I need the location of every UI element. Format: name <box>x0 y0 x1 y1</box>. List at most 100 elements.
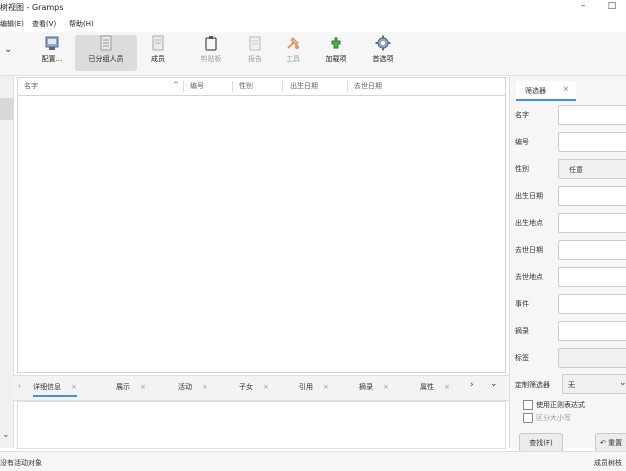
report-label: 报告 <box>248 55 262 63</box>
tab-filter[interactable]: 筛选器 × <box>516 81 576 101</box>
tab-references[interactable]: 引用 × <box>299 382 329 392</box>
tabs-menu-button[interactable]: ⌄ <box>490 379 498 389</box>
toolbar: ⌄ 配置... 已分组人员 成员 剪贴板 报告 工具 加载项 首选项 <box>0 32 626 76</box>
id-input[interactable] <box>558 132 626 152</box>
members-button[interactable]: 成员 <box>144 35 172 71</box>
report-button[interactable]: 报告 <box>242 35 268 71</box>
field-label-tag: 标签 <box>515 354 529 362</box>
tools-label: 工具 <box>286 55 300 63</box>
tab-gallery[interactable]: 展示 × <box>116 382 146 392</box>
column-name[interactable]: 名字 <box>24 81 38 91</box>
clipboard-icon <box>205 36 217 51</box>
grouped-people-icon <box>100 35 112 51</box>
configure-label: 配置... <box>41 55 63 63</box>
chevron-down-icon[interactable]: ⌄ <box>2 430 10 440</box>
close-icon[interactable]: × <box>563 85 569 93</box>
death-date-input[interactable] <box>558 240 626 260</box>
custom-filter-label: 定制筛选器 <box>515 381 550 389</box>
clipboard-label: 剪贴板 <box>200 55 222 63</box>
field-label-id: 编号 <box>515 138 529 146</box>
configure-button[interactable]: 配置... <box>38 35 66 71</box>
tag-select[interactable] <box>558 348 626 368</box>
field-label-birth-place: 出生地点 <box>515 219 543 227</box>
minimize-button[interactable]: – <box>574 1 592 15</box>
note-input[interactable] <box>558 321 626 341</box>
members-icon <box>152 35 164 51</box>
field-label-death-date: 去世日期 <box>515 246 543 254</box>
regex-checkbox-label: 使用正则表达式 <box>536 401 585 409</box>
chevron-down-icon[interactable]: ⌄ <box>4 44 12 55</box>
column-separator <box>232 81 233 92</box>
tab-details[interactable]: 详细信息 × <box>33 382 77 397</box>
clipboard-button[interactable]: 剪贴板 <box>196 35 226 71</box>
tab-attributes[interactable]: 属性 × <box>420 382 450 392</box>
gramplet-content <box>17 401 506 449</box>
case-sensitive-checkbox-label: 区分大小写 <box>536 414 571 422</box>
close-icon[interactable]: × <box>323 383 329 391</box>
custom-filter-value: 无 <box>568 381 575 389</box>
addons-label: 加载项 <box>325 55 347 63</box>
regex-checkbox[interactable] <box>523 400 533 410</box>
bottom-tab-bar: ‹ 详细信息 × 展示 × 活动 × 子女 × 引用 × 摘录 × 属性 × › ⌄ <box>13 375 509 401</box>
close-icon[interactable]: × <box>71 383 77 391</box>
menu-view[interactable]: 查看(V) <box>32 19 56 29</box>
tab-details-label: 详细信息 <box>33 383 61 391</box>
chevron-down-icon: ⌄ <box>619 378 626 388</box>
maximize-button[interactable]: □ <box>603 1 621 15</box>
reset-button[interactable]: ↶ 重置 <box>595 433 626 453</box>
tabs-scroll-right-button[interactable]: › <box>470 380 474 390</box>
grouped-people-button[interactable]: 已分组人员 <box>75 35 137 71</box>
field-label-event: 事件 <box>515 300 529 308</box>
report-icon <box>249 36 261 51</box>
tools-button[interactable]: 工具 <box>280 35 306 71</box>
tab-events[interactable]: 活动 × <box>178 382 208 392</box>
column-birth-date[interactable]: 出生日期 <box>290 81 318 91</box>
tab-notes-label: 摘录 <box>359 383 373 391</box>
tab-notes[interactable]: 摘录 × <box>359 382 389 392</box>
configure-icon <box>45 36 59 50</box>
field-label-name: 名字 <box>515 111 529 119</box>
preferences-icon <box>375 35 391 51</box>
column-separator <box>282 81 283 92</box>
column-separator <box>347 81 348 92</box>
people-list[interactable]: 名字 ^ 编号 性别 出生日期 去世日期 <box>17 77 506 373</box>
close-icon[interactable]: × <box>202 383 208 391</box>
death-place-input[interactable] <box>558 267 626 287</box>
gender-select[interactable]: 任意 <box>558 159 626 179</box>
column-id[interactable]: 编号 <box>190 81 204 91</box>
status-right-text: 成员树枝 <box>594 459 622 467</box>
status-text: 没有活动对象 <box>0 459 42 467</box>
addons-button[interactable]: 加载项 <box>320 35 352 71</box>
menu-bar: 编辑(E) 查看(V) 帮助(H) <box>0 17 626 32</box>
event-input[interactable] <box>558 294 626 314</box>
close-icon[interactable]: × <box>444 383 450 391</box>
addons-icon <box>331 37 341 49</box>
sort-ascending-icon[interactable]: ^ <box>173 81 179 89</box>
navigator-selected-item[interactable] <box>0 98 13 120</box>
tab-children[interactable]: 子女 × <box>239 382 269 392</box>
close-icon[interactable]: × <box>263 383 269 391</box>
birth-date-input[interactable] <box>558 186 626 206</box>
find-button[interactable]: 查找(F) <box>519 433 563 453</box>
menu-edit[interactable]: 编辑(E) <box>0 19 24 29</box>
column-death-date[interactable]: 去世日期 <box>354 81 382 91</box>
column-gender[interactable]: 性别 <box>239 81 253 91</box>
field-label-death-place: 去世地点 <box>515 273 543 281</box>
field-label-birth-date: 出生日期 <box>515 192 543 200</box>
tab-references-label: 引用 <box>299 383 313 391</box>
window-title: 树视图 - Gramps <box>0 3 64 12</box>
birth-place-input[interactable] <box>558 213 626 233</box>
close-icon[interactable]: × <box>140 383 146 391</box>
navigator-strip <box>0 76 14 448</box>
case-sensitive-checkbox[interactable] <box>523 413 533 423</box>
field-label-gender: 性别 <box>515 165 529 173</box>
status-bar: 没有活动对象 成员树枝 <box>0 451 626 471</box>
tabs-scroll-left-button[interactable]: ‹ <box>18 382 21 390</box>
tab-gallery-label: 展示 <box>116 383 130 391</box>
filter-tab-label: 筛选器 <box>525 87 546 95</box>
menu-help[interactable]: 帮助(H) <box>69 19 94 29</box>
preferences-button[interactable]: 首选项 <box>367 35 399 71</box>
name-input[interactable] <box>558 105 626 125</box>
custom-filter-select[interactable]: 无 ⌄ <box>562 374 626 394</box>
close-icon[interactable]: × <box>383 383 389 391</box>
